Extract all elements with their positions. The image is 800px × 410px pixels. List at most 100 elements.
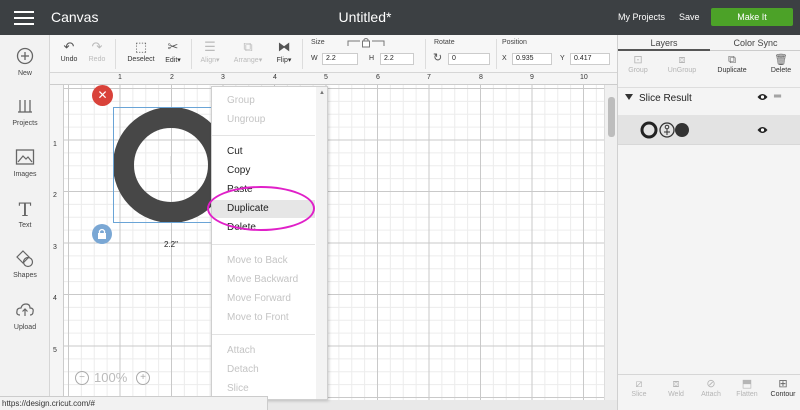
menu-scrollbar[interactable]: ▲ bbox=[316, 87, 327, 399]
size-lock-icon[interactable] bbox=[346, 37, 386, 49]
zoom-in-icon[interactable]: + bbox=[136, 371, 150, 385]
top-bar: Canvas Untitled* My Projects Save Make I… bbox=[0, 0, 800, 35]
flip-icon: ⧓ bbox=[277, 39, 291, 54]
menu-item-move-to-front[interactable]: Move to Front bbox=[212, 309, 315, 327]
images-tool[interactable]: Images bbox=[0, 148, 50, 178]
edit-toolbar: ↶ Undo ↷ Redo ⬚ Deselect ✂ Edit▾ ☰ Align… bbox=[50, 35, 617, 73]
canvas-scrollbar[interactable] bbox=[604, 85, 617, 400]
redo-button[interactable]: ↷ Redo bbox=[85, 38, 109, 63]
new-tool[interactable]: New bbox=[0, 47, 50, 77]
menu-item-duplicate[interactable]: Duplicate bbox=[212, 200, 315, 218]
height-label: H bbox=[369, 55, 375, 62]
y-label: Y bbox=[560, 55, 565, 62]
menu-item-delete[interactable]: Delete bbox=[212, 219, 315, 237]
delete-handle-icon[interactable]: ✕ bbox=[92, 85, 113, 106]
tab-color-sync[interactable]: Color Sync bbox=[710, 35, 800, 51]
tab-layers[interactable]: Layers bbox=[618, 35, 710, 51]
slice-label: Slice bbox=[631, 391, 647, 398]
eye-icon[interactable] bbox=[757, 93, 768, 103]
menu-item-move-backward[interactable]: Move Backward bbox=[212, 271, 315, 289]
arrange-label: Arrange▾ bbox=[233, 57, 263, 64]
save-button[interactable]: Save bbox=[679, 12, 700, 22]
delete-button[interactable]: 🗑 Delete bbox=[764, 53, 798, 74]
lock-handle-icon[interactable] bbox=[92, 224, 112, 244]
position-label: Position bbox=[502, 39, 527, 46]
menu-item-ungroup[interactable]: Ungroup bbox=[212, 111, 315, 129]
size-label: Size bbox=[311, 39, 325, 46]
upload-tool[interactable]: Upload bbox=[0, 301, 50, 331]
attach-button[interactable]: ⊘ Attach bbox=[695, 377, 727, 398]
divider bbox=[191, 39, 192, 69]
scroll-up-icon[interactable]: ▲ bbox=[319, 90, 325, 96]
arrange-button[interactable]: ⧉ Arrange▾ bbox=[230, 38, 266, 64]
ruler-left: 1 2 3 4 5 bbox=[50, 85, 64, 400]
layer-item-row[interactable] bbox=[618, 115, 800, 145]
weld-button[interactable]: ⧈ Weld bbox=[660, 377, 692, 398]
menu-item-move-to-back[interactable]: Move to Back bbox=[212, 252, 315, 270]
menu-item-paste[interactable]: Paste bbox=[212, 181, 315, 199]
menu-item-copy[interactable]: Copy bbox=[212, 162, 315, 180]
eye-icon[interactable] bbox=[757, 126, 768, 136]
zoom-out-icon[interactable]: − bbox=[75, 371, 89, 385]
menu-divider bbox=[212, 244, 315, 245]
text-tool[interactable]: T Text bbox=[0, 199, 50, 229]
divider bbox=[496, 39, 497, 69]
menu-item-attach[interactable]: Attach bbox=[212, 342, 315, 360]
menu-item-move-forward[interactable]: Move Forward bbox=[212, 290, 315, 308]
layer-group-row[interactable]: Slice Result ═ bbox=[618, 87, 800, 109]
layer-group-name: Slice Result bbox=[639, 93, 692, 104]
make-it-button[interactable]: Make It bbox=[711, 8, 793, 26]
align-text: Align bbox=[200, 57, 217, 64]
group-button[interactable]: ⊡ Group bbox=[620, 53, 656, 74]
projects-icon bbox=[0, 97, 50, 119]
flip-text: Flip bbox=[276, 57, 288, 64]
flatten-button[interactable]: ⬒ Flatten bbox=[730, 377, 764, 398]
layers-panel: Layers Color Sync ⊡ Group ⧈ UnGroup ⧉ Du… bbox=[617, 35, 800, 410]
design-canvas[interactable]: 1 2 3 4 5 6 7 8 9 10 1 2 3 4 5 ✕ 2.2" − … bbox=[50, 73, 617, 400]
menu-divider bbox=[212, 334, 315, 335]
menu-item-cut[interactable]: Cut bbox=[212, 143, 315, 161]
ruler-tick: 9 bbox=[530, 74, 534, 81]
attach-label: Attach bbox=[701, 391, 721, 398]
ungroup-label: UnGroup bbox=[667, 67, 697, 74]
tool-label: Upload bbox=[13, 324, 37, 331]
y-input[interactable]: 0.417 bbox=[570, 53, 610, 65]
ruler-tick: 8 bbox=[479, 74, 483, 81]
dimension-label: 2.2" bbox=[164, 240, 178, 249]
my-projects-link[interactable]: My Projects bbox=[618, 12, 665, 22]
delete-label: Delete bbox=[770, 67, 792, 74]
x-input[interactable]: 0.935 bbox=[512, 53, 552, 65]
upload-icon bbox=[0, 301, 50, 323]
undo-button[interactable]: ↶ Undo bbox=[57, 38, 81, 63]
menu-divider bbox=[212, 135, 315, 136]
divider bbox=[115, 39, 116, 69]
status-bar-url: https://design.cricut.com/# bbox=[0, 396, 268, 410]
x-label: X bbox=[502, 55, 507, 62]
menu-item-detach[interactable]: Detach bbox=[212, 361, 315, 379]
align-icon: ☰ bbox=[204, 39, 216, 54]
shapes-tool[interactable]: Shapes bbox=[0, 249, 50, 279]
contour-button[interactable]: ⊞ Contour bbox=[766, 377, 800, 398]
scroll-thumb[interactable] bbox=[608, 97, 615, 137]
align-button[interactable]: ☰ Align▾ bbox=[198, 38, 222, 64]
height-input[interactable]: 2.2 bbox=[380, 53, 414, 65]
layer-menu-icon[interactable]: ═ bbox=[774, 91, 781, 102]
flip-button[interactable]: ⧓ Flip▾ bbox=[272, 38, 296, 64]
tool-label: Images bbox=[13, 171, 37, 178]
edit-button[interactable]: ✂ Edit▾ bbox=[161, 38, 185, 64]
projects-tool[interactable]: Projects bbox=[0, 97, 50, 127]
edit-text: Edit bbox=[165, 57, 178, 64]
duplicate-button[interactable]: ⧉ Duplicate bbox=[712, 53, 752, 74]
rotate-input[interactable]: 0 bbox=[448, 53, 490, 65]
caret-down-icon[interactable] bbox=[625, 94, 633, 100]
ruler-tick: 6 bbox=[376, 74, 380, 81]
ruler-tick: 3 bbox=[221, 74, 225, 81]
width-input[interactable]: 2.2 bbox=[322, 53, 358, 65]
layer-thumbnail-icon bbox=[640, 121, 689, 139]
ungroup-button[interactable]: ⧈ UnGroup bbox=[662, 53, 702, 74]
ruler-tick: 7 bbox=[427, 74, 431, 81]
shapes-icon bbox=[0, 249, 50, 271]
menu-item-group[interactable]: Group bbox=[212, 92, 315, 110]
deselect-button[interactable]: ⬚ Deselect bbox=[124, 38, 158, 63]
slice-button[interactable]: ⧄ Slice bbox=[623, 377, 655, 398]
